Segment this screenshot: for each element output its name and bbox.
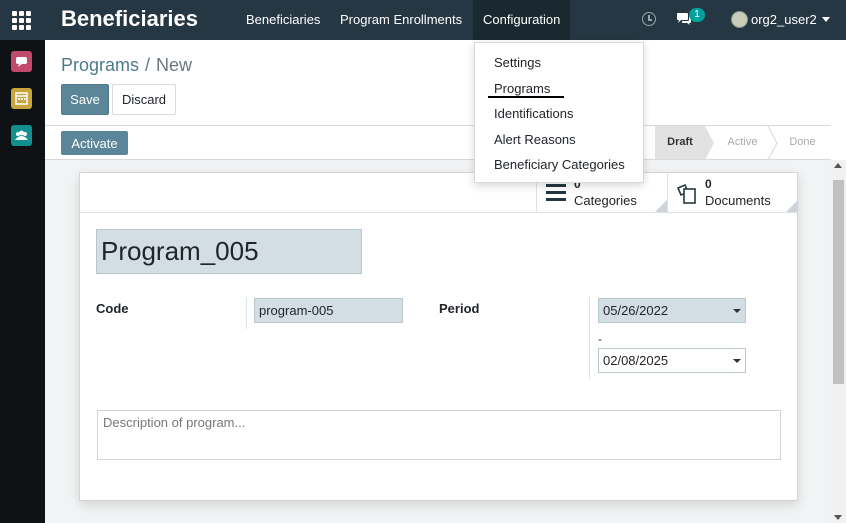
discard-button[interactable]: Discard (112, 84, 176, 115)
breadcrumb: Programs / New (61, 55, 192, 76)
discuss-app-icon[interactable] (11, 51, 32, 72)
messages-count-badge: 1 (689, 8, 705, 22)
menu-item-alert-reasons[interactable]: Alert Reasons (494, 132, 576, 147)
period-label: Period (439, 301, 480, 316)
activate-button[interactable]: Activate (61, 131, 128, 155)
top-navbar: Beneficiaries Beneficiaries Program Enro… (0, 0, 846, 40)
description-field[interactable]: Description of program... (97, 410, 781, 460)
stage-arrow (705, 126, 714, 160)
form-sheet: 0 Categories 0 Documents Program_005 Cod… (79, 172, 798, 501)
smart-button-corner (655, 200, 667, 212)
documents-label: Documents (705, 193, 771, 208)
documents-smart-button[interactable]: 0 Documents (667, 173, 798, 212)
left-app-bar (0, 40, 45, 523)
period-start-select[interactable]: 05/26/2022 (598, 298, 746, 323)
scroll-down-arrow-icon[interactable] (834, 515, 842, 520)
stage-done[interactable]: Done (780, 126, 825, 159)
status-bar: Activate Draft Active Done (45, 125, 831, 160)
apps-menu-icon[interactable] (12, 11, 31, 30)
period-end-select[interactable]: 02/08/2025 (598, 348, 746, 373)
scroll-up-arrow-icon[interactable] (834, 163, 842, 168)
calendar-app-icon[interactable] (11, 88, 32, 109)
menu-item-identifications[interactable]: Identifications (494, 106, 574, 121)
activity-clock-icon[interactable] (642, 12, 656, 26)
nav-program-enrollments[interactable]: Program Enrollments (330, 0, 472, 40)
menu-item-settings[interactable]: Settings (494, 55, 541, 70)
smart-button-box: 0 Categories 0 Documents (80, 173, 798, 213)
save-button[interactable]: Save (61, 84, 109, 115)
user-name[interactable]: org2_user2 (751, 12, 817, 27)
nav-configuration[interactable]: Configuration (473, 0, 571, 40)
smart-button-corner (786, 200, 798, 212)
menu-item-programs[interactable]: Programs (494, 81, 550, 96)
program-name-input[interactable]: Program_005 (96, 229, 362, 274)
chevron-down-icon (733, 309, 741, 313)
breadcrumb-programs-link[interactable]: Programs (61, 55, 139, 75)
documents-count: 0 (705, 177, 712, 191)
chevron-down-icon (733, 359, 741, 363)
period-start-value: 05/26/2022 (603, 303, 669, 318)
stage-draft: Draft (655, 126, 705, 159)
app-title: Beneficiaries (61, 6, 198, 31)
menu-item-beneficiary-categories[interactable]: Beneficiary Categories (494, 157, 625, 172)
vertical-scrollbar[interactable] (831, 160, 846, 523)
scroll-thumb[interactable] (833, 180, 844, 384)
documents-icon (676, 183, 696, 204)
user-avatar[interactable] (731, 11, 748, 28)
nav-beneficiaries[interactable]: Beneficiaries (236, 0, 330, 40)
stage-active[interactable]: Active (715, 126, 770, 159)
code-label: Code (96, 301, 129, 316)
programs-hover-underline (488, 96, 564, 98)
user-menu-chevron-down-icon[interactable] (822, 17, 830, 22)
breadcrumb-current: New (156, 55, 193, 75)
period-end-value: 02/08/2025 (603, 353, 669, 368)
period-separator (589, 297, 590, 379)
configuration-dropdown-menu: Settings Programs Identifications Alert … (474, 42, 644, 183)
categories-label: Categories (574, 193, 637, 208)
beneficiaries-app-icon[interactable] (11, 125, 32, 146)
stage-separator (767, 126, 778, 160)
code-separator (246, 297, 247, 329)
period-dash: - (598, 332, 602, 346)
list-icon (546, 184, 566, 201)
breadcrumb-separator: / (145, 55, 151, 75)
code-input[interactable]: program-005 (254, 298, 403, 323)
